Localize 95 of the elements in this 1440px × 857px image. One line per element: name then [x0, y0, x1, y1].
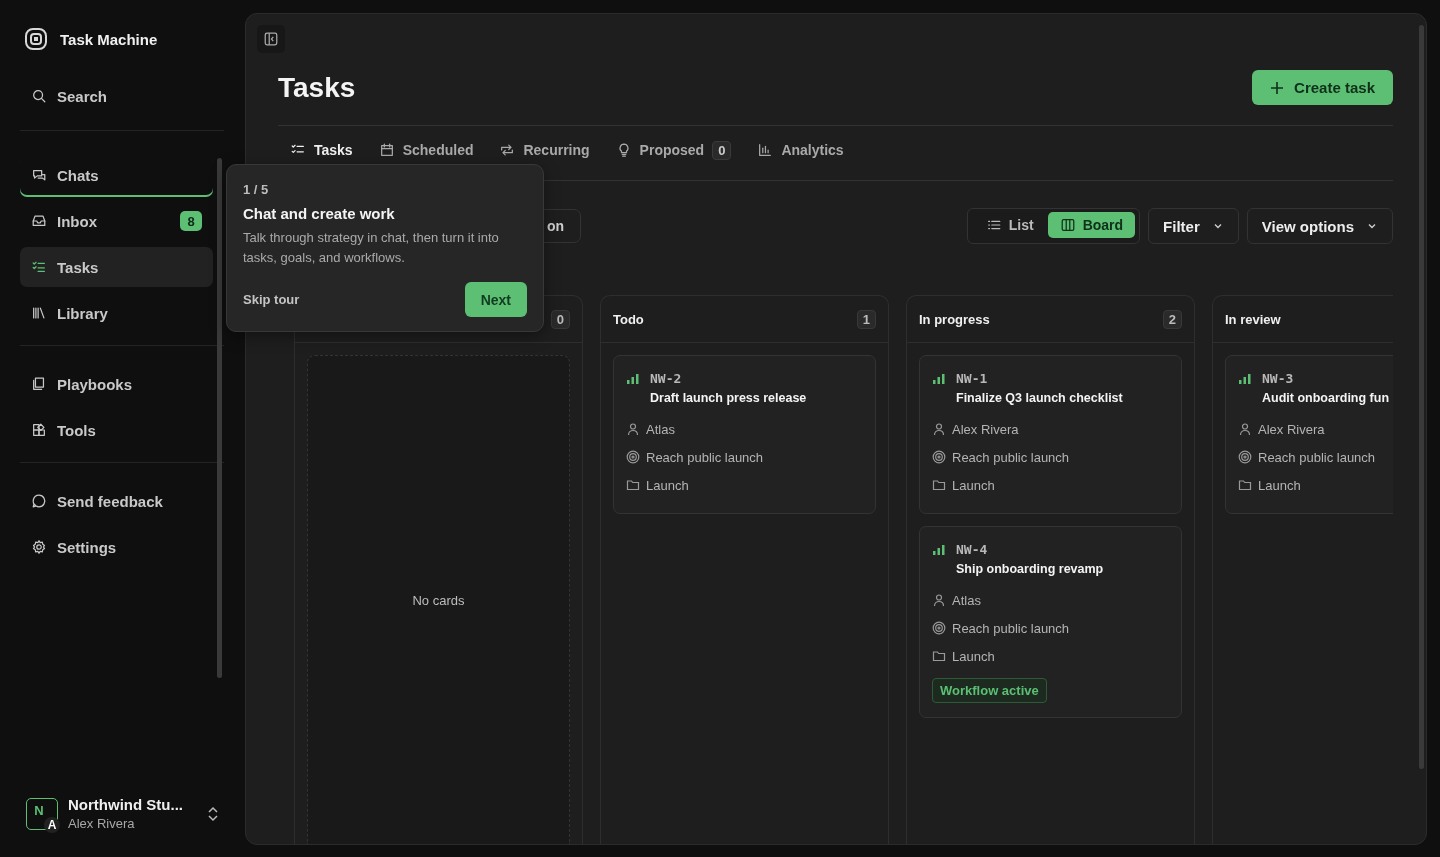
tab[interactable]: Recurring: [499, 126, 590, 180]
target-icon: [1238, 450, 1252, 464]
priority-icon: [1238, 372, 1252, 385]
view-toggle-button[interactable]: Board: [1047, 212, 1136, 238]
folder-icon: [932, 478, 946, 492]
assignee: Alex Rivera: [952, 421, 1019, 437]
goal: Reach public launch: [1258, 449, 1376, 465]
plus-icon: [1270, 80, 1285, 95]
task-id: NW-1: [956, 371, 988, 386]
search-icon: [31, 88, 47, 104]
goal: Reach public launch: [952, 620, 1070, 636]
goal: Reach public launch: [646, 449, 764, 465]
priority-icon: [932, 543, 946, 556]
task-id: NW-3: [1262, 371, 1294, 386]
popover-text: Talk through strategy in chat, then turn it into tasks, goals, and workflows.: [243, 229, 500, 267]
pages-icon: [31, 376, 47, 392]
bar-chart-icon: [757, 142, 774, 158]
filter-dropdown[interactable]: Filter: [1148, 208, 1239, 244]
skip-tour-button[interactable]: Skip tour: [243, 292, 300, 307]
sidebar-item[interactable]: Playbooks: [20, 364, 213, 404]
sidebar-item[interactable]: Settings: [20, 527, 213, 567]
folder-icon: [1238, 478, 1252, 492]
tab[interactable]: Scheduled: [378, 126, 474, 180]
task-card[interactable]: NW-1 Finalize Q3 launch checklist Alex Rivera Reach public launch Launch: [919, 355, 1182, 514]
task-card[interactable]: NW-2 Draft launch press release Atlas Reach public launch Launch: [613, 355, 876, 514]
project: Launch: [952, 648, 995, 664]
workspace-name: Northwind Stu...: [68, 796, 184, 813]
logo-icon: [24, 27, 48, 51]
columns-icon: [1059, 217, 1076, 233]
sidebar-item[interactable]: Send feedback: [20, 481, 213, 521]
step-counter: 1 / 5: [243, 182, 270, 197]
calendar-icon: [378, 142, 395, 158]
sidebar-item[interactable]: Inbox 8: [20, 201, 213, 241]
task-title: Draft launch press release: [650, 391, 807, 405]
checklist-icon: [31, 259, 47, 275]
task-title: Audit onboarding fun: [1262, 391, 1390, 405]
sidebar-item[interactable]: Tasks: [20, 247, 213, 287]
count-badge: 0: [550, 309, 570, 329]
folder-icon: [626, 478, 640, 492]
empty-message: No cards: [412, 592, 465, 608]
settings-icon: [31, 539, 47, 555]
workspace-avatar: N A: [26, 797, 58, 830]
inbox-icon: [31, 213, 47, 229]
task-id: NW-4: [956, 542, 988, 557]
popover-title: Chat and create work: [243, 205, 396, 222]
target-icon: [932, 450, 946, 464]
repeat-icon: [499, 142, 516, 158]
view-options-dropdown[interactable]: View options: [1246, 208, 1393, 244]
assignee: Atlas: [646, 421, 675, 437]
target-icon: [626, 450, 640, 464]
person-icon: [932, 593, 946, 607]
create-task-button[interactable]: Create task: [1252, 70, 1393, 105]
goal: Reach public launch: [952, 449, 1070, 465]
app-name: Task Machine: [60, 30, 158, 48]
target-icon: [932, 621, 946, 635]
chevron-up-down-icon[interactable]: [207, 804, 219, 823]
task-card[interactable]: NW-4 Ship onboarding revamp Atlas Reach public launch Launch Workflow active: [919, 526, 1182, 718]
blocks-icon: [31, 422, 47, 438]
task-title: Ship onboarding revamp: [956, 562, 1104, 576]
column-title: Todo: [613, 311, 644, 327]
project: Launch: [952, 477, 995, 493]
task-id: NW-2: [650, 371, 682, 386]
person-icon: [932, 422, 946, 436]
collapse-sidebar-icon[interactable]: [257, 25, 285, 53]
column-title: In progress: [919, 311, 990, 327]
person-icon: [626, 422, 640, 436]
assignee: Atlas: [952, 592, 981, 608]
priority-icon: [932, 372, 946, 385]
next-button[interactable]: Next: [464, 282, 527, 317]
status-tag: Workflow active: [932, 678, 1047, 703]
chat-bubble-icon: [31, 493, 47, 509]
tab[interactable]: Tasks: [290, 126, 353, 180]
sidebar-item[interactable]: Tools: [20, 410, 213, 450]
tab[interactable]: Analytics: [757, 126, 844, 180]
column-title: In review: [1225, 311, 1281, 327]
page-title: Tasks: [278, 71, 356, 104]
sidebar-item[interactable]: Chats: [20, 155, 213, 195]
books-icon: [31, 305, 47, 321]
project: Launch: [646, 477, 689, 493]
task-card[interactable]: NW-3 Audit onboarding fun Alex Rivera Reach public launch Launch: [1225, 355, 1393, 514]
user-name: Alex Rivera: [68, 816, 136, 831]
person-icon: [1238, 422, 1252, 436]
search-button[interactable]: Search: [20, 76, 213, 116]
view-toggle-button[interactable]: List: [977, 212, 1042, 238]
sidebar-item[interactable]: Library: [20, 293, 213, 333]
tab[interactable]: Proposed 0: [615, 126, 732, 180]
count-badge: 8: [180, 211, 202, 231]
assignee: Alex Rivera: [1258, 421, 1325, 437]
count-badge: 1: [856, 309, 876, 329]
folder-icon: [932, 649, 946, 663]
project: Launch: [1258, 477, 1301, 493]
count-badge: 2: [1162, 309, 1182, 329]
task-title: Finalize Q3 launch checklist: [956, 391, 1123, 405]
priority-icon: [626, 372, 640, 385]
chat-bubbles-icon: [31, 167, 47, 183]
